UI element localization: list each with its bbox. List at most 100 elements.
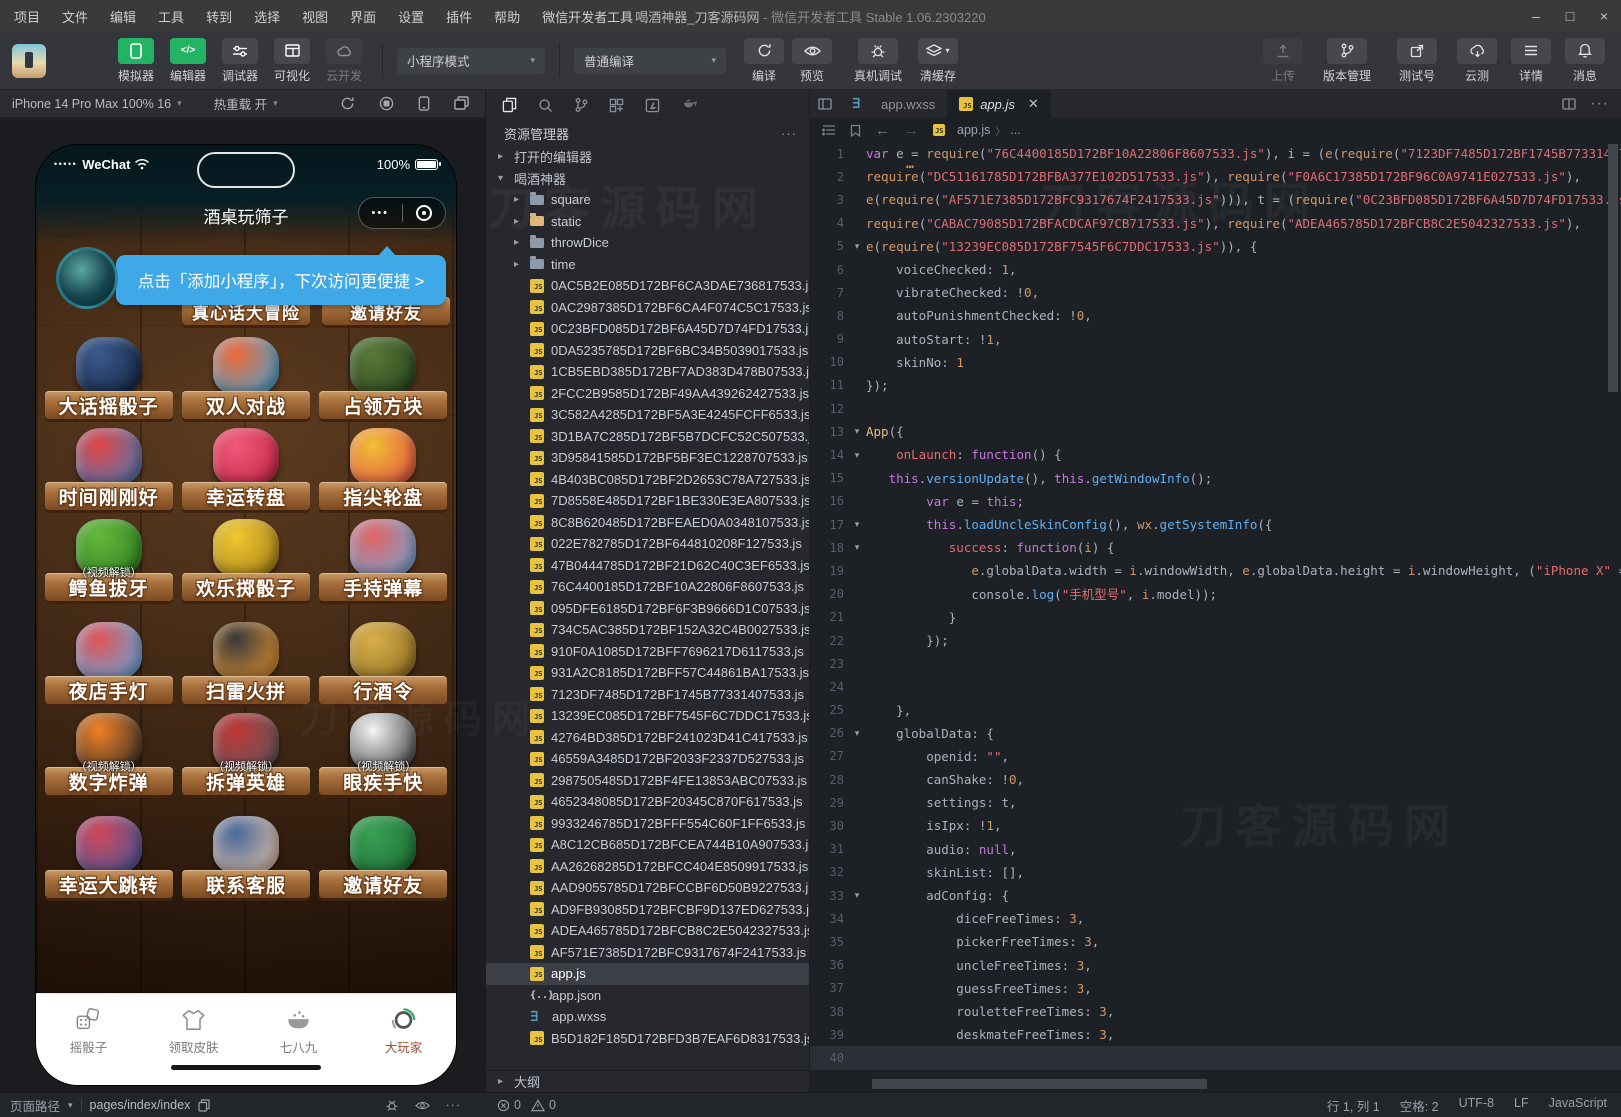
more-dots-icon[interactable]: ··· (446, 1098, 462, 1112)
fold-caret-icon[interactable]: ▾ (848, 241, 866, 252)
file-ADEA465785D172BFCB8C2E5042327533.js[interactable]: JSADEA465785D172BFCB8C2E5042327533.js (486, 920, 809, 942)
indent-setting[interactable]: 空格: 2 (1400, 1096, 1439, 1115)
clear-cache-button[interactable]: ▾ 清缓存 (910, 38, 966, 84)
code-line-3[interactable]: 3e(require("AF571E7385D172BFC9317674F241… (810, 188, 1621, 211)
debugger-toggle-button[interactable]: 调试器 (216, 38, 264, 84)
cloud-dev-button[interactable]: 云开发 (320, 38, 368, 84)
menu-interface[interactable]: 界面 (350, 7, 376, 26)
debug-bug-icon[interactable] (385, 1098, 399, 1112)
code-line-39[interactable]: 39 deskmateFreeTimes: 3, (810, 1023, 1621, 1046)
code-line-5[interactable]: 5▾e(require("13239EC085D172BF7545F6C7DDC… (810, 235, 1621, 258)
breadcrumb-more[interactable]: ... (1010, 123, 1020, 137)
game-tile-联系客服[interactable]: 联系客服 (177, 816, 314, 907)
fold-caret-icon[interactable]: ▾ (848, 426, 866, 437)
code-line-4[interactable]: 4require("CABAC79085D172BFACDCAF97CB7175… (810, 212, 1621, 235)
folder-square[interactable]: ▸ square (486, 189, 809, 211)
code-line-27[interactable]: 27 openid: "", (810, 745, 1621, 768)
game-tile-幸运大跳转[interactable]: 幸运大跳转 (40, 816, 177, 907)
game-tile-指尖轮盘[interactable]: 指尖轮盘 (315, 428, 452, 519)
file-7D8558E485D172BF1BE330E3EA807533.js[interactable]: JS7D8558E485D172BF1BE330E3EA807533.js (486, 490, 809, 512)
file-3D1BA7C285D172BF5B7DCFC52C507533.js[interactable]: JS3D1BA7C285D172BF5B7DCFC52C507533.js (486, 426, 809, 448)
code-line-33[interactable]: 33▾ adConfig: { (810, 884, 1621, 907)
code-line-36[interactable]: 36 uncleFreeTimes: 3, (810, 954, 1621, 977)
code-line-10[interactable]: 10 skinNo: 1 (810, 351, 1621, 374)
code-line-8[interactable]: 8 autoPunishmentChecked: !0, (810, 304, 1621, 327)
code-line-23[interactable]: 23 (810, 652, 1621, 675)
file-0DA5235785D172BF6BC34B5039017533.js[interactable]: JS0DA5235785D172BF6BC34B5039017533.js (486, 340, 809, 362)
cursor-position[interactable]: 行 1, 列 1 (1327, 1096, 1380, 1115)
page-path-value[interactable]: pages/index/index (90, 1098, 191, 1112)
code-line-13[interactable]: 13▾App({ (810, 420, 1621, 443)
code-line-37[interactable]: 37 guessFreeTimes: 3, (810, 977, 1621, 1000)
miniapp-avatar[interactable] (56, 247, 118, 309)
file-app.js[interactable]: JSapp.js (486, 963, 809, 985)
file-76C4400185D172BF10A22806F8607533.js[interactable]: JS76C4400185D172BF10A22806F8607533.js (486, 576, 809, 598)
code-line-20[interactable]: 20 console.log("手机型号", i.model)); (810, 583, 1621, 606)
maximize-button[interactable]: □ (1553, 0, 1587, 32)
file-A8C12CB685D172BFCEA744B10A907533.js[interactable]: JSA8C12CB685D172BFCEA744B10A907533.js (486, 834, 809, 856)
file-4652348085D172BF20345C870F617533.js[interactable]: JS4652348085D172BF20345C870F617533.js (486, 791, 809, 813)
file-0C23BFD085D172BF6A45D7D74FD17533.js[interactable]: JS0C23BFD085D172BF6A45D7D74FD17533.js (486, 318, 809, 340)
game-tile-扫雷火拼[interactable]: 扫雷火拼 (177, 622, 314, 713)
restart-icon[interactable] (340, 96, 355, 111)
code-line-24[interactable]: 24 (810, 675, 1621, 698)
miniapp-capsule[interactable]: ••• (358, 197, 446, 229)
upload-button[interactable]: 上传 (1261, 38, 1305, 84)
file-910F0A1085D172BFF7696217D6117533.js[interactable]: JS910F0A1085D172BFF7696217D6117533.js (486, 641, 809, 663)
hot-reload-toggle[interactable]: 热重载 开 (214, 94, 267, 113)
code-line-38[interactable]: 38 rouletteFreeTimes: 3, (810, 1000, 1621, 1023)
code-line-28[interactable]: 28 canShake: !0, (810, 768, 1621, 791)
search-icon[interactable] (538, 98, 553, 113)
code-line-26[interactable]: 26▾ globalData: { (810, 722, 1621, 745)
fold-caret-icon[interactable]: ▾ (848, 728, 866, 739)
test-account-button[interactable]: 测试号 (1389, 38, 1445, 84)
menu-wechat-devtools[interactable]: 微信开发者工具 (542, 7, 633, 26)
file-42764BD385D172BF241023D41C417533.js[interactable]: JS42764BD385D172BF241023D41C417533.js (486, 727, 809, 749)
user-avatar[interactable] (12, 44, 46, 78)
code-line-17[interactable]: 17▾ this.loadUncleSkinConfig(), wx.getSy… (810, 513, 1621, 536)
file-8C8B620485D172BFEAED0A0348107533.js[interactable]: JS8C8B620485D172BFEAED0A0348107533.js (486, 512, 809, 534)
file-2FCC2B9585D172BF49AA439262427533.js[interactable]: JS2FCC2B9585D172BF49AA439262427533.js (486, 383, 809, 405)
file-47B0444785D172BF21D62C40C3EF6533.js[interactable]: JS47B0444785D172BF21D62C40C3EF6533.js (486, 555, 809, 577)
copy-icon[interactable] (198, 1099, 210, 1112)
game-tile-眼疾手快[interactable]: （视频解锁）眼疾手快 (315, 713, 452, 804)
menu-settings[interactable]: 设置 (398, 7, 424, 26)
game-tile-行酒令[interactable]: 行酒令 (315, 622, 452, 713)
page-path-label[interactable]: 页面路径 (10, 1096, 60, 1115)
file-0AC5B2E085D172BF6CA3DAE736817533.js[interactable]: JS0AC5B2E085D172BF6CA3DAE736817533.js (486, 275, 809, 297)
file-app.wxss[interactable]: ∃app.wxss (486, 1006, 809, 1028)
game-tile-夜店手灯[interactable]: 夜店手灯 (40, 622, 177, 713)
file-022E782785D172BF644810208F127533.js[interactable]: JS022E782785D172BF644810208F127533.js (486, 533, 809, 555)
messages-button[interactable]: 消息 (1563, 38, 1607, 84)
close-target-icon[interactable] (403, 205, 446, 221)
menu-view[interactable]: 视图 (302, 7, 328, 26)
tab-789[interactable]: 七八九 (246, 994, 351, 1085)
preview-button[interactable]: 预览 (790, 38, 834, 84)
code-line-1[interactable]: 1var e = require("76C4400185D172BF10A228… (810, 142, 1621, 165)
file-0AC2987385D172BF6CA4F074C5C17533.js[interactable]: JS0AC2987385D172BF6CA4F074C5C17533.js (486, 297, 809, 319)
record-icon[interactable] (379, 96, 394, 111)
game-tile-鳄鱼拔牙[interactable]: （视频解锁）鳄鱼拔牙 (40, 519, 177, 610)
teapot-icon[interactable] (681, 98, 698, 112)
code-line-16[interactable]: 16 var e = this; (810, 490, 1621, 513)
code-editor[interactable]: 1var e = require("76C4400185D172BF10A228… (810, 142, 1621, 1092)
menu-goto[interactable]: 转到 (206, 7, 232, 26)
code-line-15[interactable]: 15 this.versionUpdate(), this.getWindowI… (810, 467, 1621, 490)
device-select[interactable]: iPhone 14 Pro Max 100% 16 (12, 97, 171, 111)
code-line-30[interactable]: 30 isIpx: !1, (810, 814, 1621, 837)
file-931A2C8185D172BFF57C44861BA17533.js[interactable]: JS931A2C8185D172BFF57C44861BA17533.js (486, 662, 809, 684)
menu-project[interactable]: 项目 (14, 7, 40, 26)
minimize-button[interactable]: – (1519, 0, 1553, 32)
editor-toggle-button[interactable]: </> 编辑器 (164, 38, 212, 84)
code-line-21[interactable]: 21 } (810, 606, 1621, 629)
back-icon[interactable]: ← (875, 122, 890, 139)
editor-more-icon[interactable]: ··· (1590, 95, 1609, 113)
vertical-scrollbar[interactable] (1608, 144, 1618, 392)
cloud-test-button[interactable]: 云测 (1455, 38, 1499, 84)
code-line-12[interactable]: 12 (810, 397, 1621, 420)
tab-skin[interactable]: 领取皮肤 (141, 994, 246, 1085)
code-line-34[interactable]: 34 diceFreeTimes: 3, (810, 907, 1621, 930)
file-4B403BC085D172BF2D2653C78A727533.js[interactable]: JS4B403BC085D172BF2D2653C78A727533.js (486, 469, 809, 491)
game-tile-大话摇骰子[interactable]: 大话摇骰子 (40, 337, 177, 428)
mode-select[interactable]: 小程序模式▾ (397, 48, 545, 74)
